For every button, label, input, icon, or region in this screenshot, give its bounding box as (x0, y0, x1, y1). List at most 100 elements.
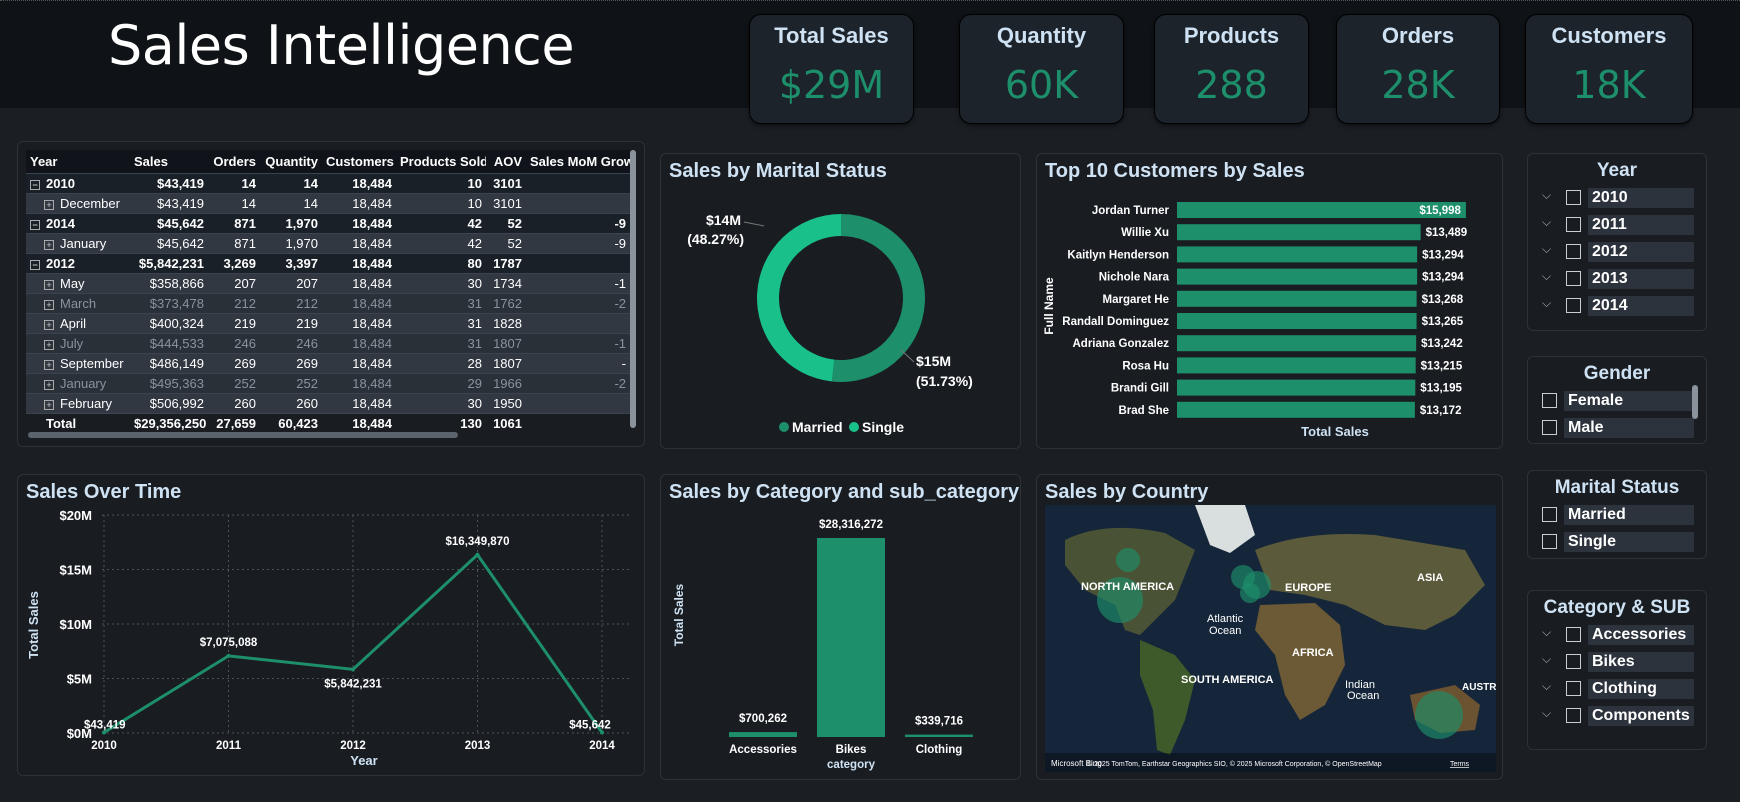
customer-bar[interactable] (1177, 313, 1417, 329)
slicer-item-male[interactable]: Male (1528, 416, 1706, 443)
slicer-item-2011[interactable]: ⌵ 2011 (1528, 213, 1706, 240)
checkbox[interactable] (1542, 534, 1557, 549)
line-point[interactable] (226, 653, 231, 658)
checkbox[interactable] (1566, 190, 1581, 205)
table-row[interactable]: + February $506,992 260 260 18,484 30 1950 (26, 393, 630, 414)
matrix-horizontal-scrollbar[interactable] (28, 432, 458, 438)
customer-bar[interactable] (1177, 290, 1417, 307)
marital-status-chart[interactable]: Sales by Marital Status $14M (48.27%) $15M… (660, 153, 1021, 449)
table-row[interactable]: + May $358,866 207 207 18,484 30 1734 -1 (26, 273, 630, 294)
expand-icon[interactable]: + (44, 239, 54, 250)
slicer-item-2010[interactable]: ⌵ 2010 (1528, 186, 1706, 213)
table-row[interactable]: −2014 $45,642 871 1,970 18,484 42 52 -9 (26, 213, 630, 234)
map-bubble-canada[interactable] (1116, 548, 1140, 572)
sales-line[interactable]: $0M$5M$10M$15M$20M2010 2011 2012 2013 2014$4… (18, 475, 645, 776)
donut-slice-married[interactable] (757, 214, 841, 382)
column-header[interactable]: Year (26, 150, 130, 174)
slicer-item-married[interactable]: Married (1528, 503, 1706, 530)
chevron-down-icon[interactable]: ⌵ (1542, 679, 1551, 694)
checkbox[interactable] (1566, 681, 1581, 696)
checkbox[interactable] (1566, 627, 1581, 642)
matrix-vertical-scrollbar[interactable] (630, 150, 636, 428)
expand-icon[interactable]: − (30, 179, 40, 190)
matrix-table[interactable]: Year Sales Orders Quantity Customers Products… (26, 150, 630, 433)
slicer-item-single[interactable]: Single (1528, 530, 1706, 557)
sales-matrix[interactable]: Year Sales Orders Quantity Customers Products… (17, 141, 645, 447)
gender-scrollbar[interactable] (1692, 385, 1698, 419)
category-bar-bikes[interactable] (817, 538, 885, 737)
sales-by-country-map[interactable]: Sales by Country NORTH AMERICA EUROPE ASIA… (1036, 474, 1503, 780)
top-customers-chart[interactable]: Top 10 Customers by Sales Jordan Turner $… (1036, 153, 1503, 449)
expand-icon[interactable]: − (30, 259, 40, 270)
expand-icon[interactable]: + (44, 279, 54, 290)
gender-slicer[interactable]: Gender Female Male (1527, 356, 1707, 444)
customer-bar[interactable] (1177, 246, 1418, 263)
chevron-down-icon[interactable]: ⌵ (1542, 625, 1551, 640)
slicer-item-accessories[interactable]: ⌵ Accessories (1528, 623, 1706, 650)
chevron-down-icon[interactable]: ⌵ (1542, 269, 1551, 284)
customer-bar[interactable] (1177, 335, 1417, 352)
marital-donut[interactable]: $14M (48.27%) $15M (51.73%) Married Single (661, 154, 1021, 449)
checkbox[interactable] (1542, 420, 1557, 435)
expand-icon[interactable]: + (44, 399, 54, 410)
slicer-item-components[interactable]: ⌵ Components (1528, 704, 1706, 731)
expand-icon[interactable]: + (44, 199, 54, 210)
category-chart[interactable]: Sales by Category and sub_category $700,… (660, 474, 1021, 780)
customer-bar[interactable] (1177, 268, 1418, 285)
checkbox[interactable] (1566, 244, 1581, 259)
top-customers-bars[interactable]: Jordan Turner $15,998 Willie Xu $13,489 Kait… (1037, 154, 1503, 449)
category-bar-clothing[interactable] (905, 734, 973, 737)
customer-bar[interactable] (1177, 224, 1421, 241)
checkbox[interactable] (1566, 654, 1581, 669)
expand-icon[interactable]: + (44, 379, 54, 390)
table-row[interactable]: + January $495,363 252 252 18,484 29 1966 -2 (26, 373, 630, 394)
line-point[interactable] (475, 552, 480, 557)
marital-status-slicer[interactable]: Marital Status Married Single (1527, 470, 1707, 559)
customer-bar[interactable] (1177, 401, 1415, 418)
category-bar-accessories[interactable] (729, 732, 797, 737)
table-row[interactable]: + January $45,642 871 1,970 18,484 42 52 -9 (26, 233, 630, 254)
table-row[interactable]: −2012 $5,842,231 3,269 3,397 18,484 80 1787 (26, 253, 630, 274)
sales-over-time-chart[interactable]: Sales Over Time $0M $5M $10M $15M $20M 2010 20… (17, 474, 645, 776)
checkbox[interactable] (1566, 217, 1581, 232)
checkbox[interactable] (1542, 393, 1557, 408)
checkbox[interactable] (1566, 298, 1581, 313)
table-row[interactable]: + April $400,324 219 219 18,484 31 1828 (26, 313, 630, 334)
expand-icon[interactable]: + (44, 299, 54, 310)
column-header[interactable]: Sales MoM Grow (526, 150, 630, 174)
category-slicer[interactable]: Category & SUB ⌵ Accessories ⌵ Bikes ⌵ Clothin… (1527, 590, 1707, 750)
column-header[interactable]: Sales (130, 150, 208, 174)
map-bubble-france[interactable] (1240, 583, 1260, 603)
donut-slice-single[interactable] (831, 214, 925, 382)
column-header[interactable]: Quantity (260, 150, 322, 174)
table-row[interactable]: + March $373,478 212 212 18,484 31 1762 -2 (26, 293, 630, 314)
column-header[interactable]: Customers (322, 150, 396, 174)
table-row[interactable]: + July $444,533 246 246 18,484 31 1807 -1 (26, 333, 630, 354)
column-header[interactable]: AOV (486, 150, 526, 174)
world-map[interactable]: NORTH AMERICA EUROPEASIAAtlanticOceanAFRI… (1045, 505, 1496, 772)
customer-bar[interactable] (1177, 379, 1416, 396)
slicer-item-bikes[interactable]: ⌵ Bikes (1528, 650, 1706, 677)
expand-icon[interactable]: + (44, 319, 54, 330)
column-header[interactable]: Orders (208, 150, 260, 174)
checkbox[interactable] (1566, 708, 1581, 723)
slicer-item-2012[interactable]: ⌵ 2012 (1528, 240, 1706, 267)
chevron-down-icon[interactable]: ⌵ (1542, 706, 1551, 721)
line-point[interactable] (351, 667, 355, 672)
map-terms-link[interactable]: Terms (1450, 761, 1470, 768)
expand-icon[interactable]: − (30, 219, 40, 230)
table-row[interactable]: + September $486,149 269 269 18,484 28 1807- (26, 353, 630, 374)
column-header[interactable]: Products Sold (396, 150, 486, 174)
slicer-item-2014[interactable]: ⌵ 2014 (1528, 294, 1706, 321)
slicer-item-female[interactable]: Female (1528, 389, 1706, 416)
customer-bar[interactable] (1177, 357, 1416, 374)
table-row[interactable]: −2010 $43,419 14 14 18,484 10 3101 (26, 173, 630, 194)
checkbox[interactable] (1566, 271, 1581, 286)
slicer-item-clothing[interactable]: ⌵ Clothing (1528, 677, 1706, 704)
chevron-down-icon[interactable]: ⌵ (1542, 296, 1551, 311)
slicer-item-2013[interactable]: ⌵ 2013 (1528, 267, 1706, 294)
chevron-down-icon[interactable]: ⌵ (1542, 242, 1551, 257)
category-bars[interactable]: $700,262 Accessories $28,316,272 Bikes $339,… (661, 475, 1021, 780)
chevron-down-icon[interactable]: ⌵ (1542, 652, 1551, 667)
expand-icon[interactable]: + (44, 359, 54, 370)
